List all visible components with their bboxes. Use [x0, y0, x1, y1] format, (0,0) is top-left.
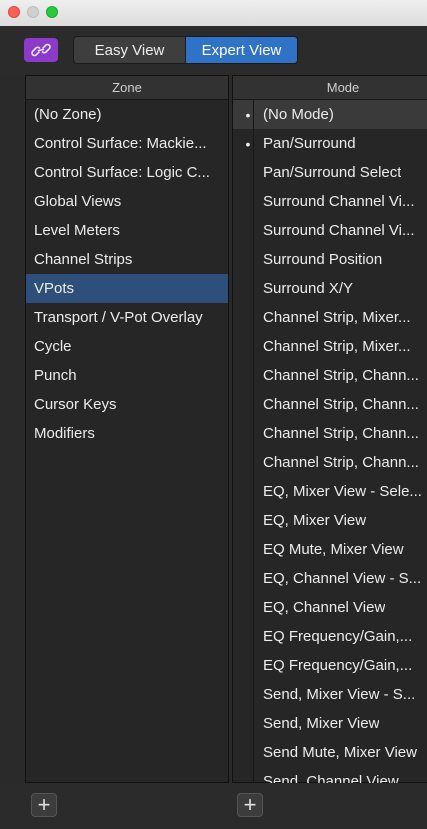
mode-list-item[interactable]: EQ, Channel View [233, 593, 427, 622]
mode-list-item[interactable]: Surround Channel Vi... [233, 187, 427, 216]
zone-list-item[interactable]: Modifiers [26, 419, 228, 448]
mode-item-label: Surround Channel Vi... [263, 193, 415, 210]
mode-item-label: Send, Mixer View - S... [263, 686, 416, 703]
mode-list-item[interactable]: EQ, Mixer View - Sele... [233, 477, 427, 506]
zone-item-label: VPots [34, 280, 75, 297]
mode-item-label: Send, Mixer View [263, 715, 380, 732]
mode-list-item[interactable]: • (No Mode) [233, 100, 427, 129]
mode-item-label: Pan/Surround Select [263, 164, 402, 181]
mode-item-label: Surround Position [263, 251, 383, 268]
mode-list-item[interactable]: Channel Strip, Mixer... [233, 332, 427, 361]
zone-item-label: Global Views [34, 193, 122, 210]
mode-list-item[interactable]: Channel Strip, Chann... [233, 390, 427, 419]
link-button[interactable] [24, 38, 58, 62]
view-mode-segmented-control: Easy View Expert View [73, 36, 298, 64]
mode-list-panel: Mode • (No Mode) • Pan/Surround Pan/Surround… [232, 75, 427, 796]
mode-list-item[interactable]: EQ, Channel View - S... [233, 564, 427, 593]
zone-item-label: Cursor Keys [34, 396, 117, 413]
zone-list-item[interactable]: Control Surface: Logic C... [26, 158, 228, 187]
zone-item-label: Control Surface: Mackie... [34, 135, 207, 152]
zone-item-label: Channel Strips [34, 251, 133, 268]
mode-list-item[interactable]: Pan/Surround Select [233, 158, 427, 187]
minimize-window-button[interactable] [27, 6, 39, 18]
mode-item-label: Pan/Surround [263, 135, 356, 152]
mode-item-label: Surround X/Y [263, 280, 354, 297]
zone-item-label: Control Surface: Logic C... [34, 164, 210, 181]
mode-item-label: Channel Strip, Chann... [263, 425, 419, 442]
zone-list-item[interactable]: Channel Strips [26, 245, 228, 274]
mode-item-label: Channel Strip, Chann... [263, 396, 419, 413]
mode-item-label: Channel Strip, Chann... [263, 367, 419, 384]
mode-list-item[interactable]: Channel Strip, Chann... [233, 448, 427, 477]
link-icon [31, 43, 51, 57]
mode-list-item[interactable]: Surround X/Y [233, 274, 427, 303]
mode-list-item[interactable]: Channel Strip, Mixer... [233, 303, 427, 332]
mode-list-item[interactable]: EQ Mute, Mixer View [233, 535, 427, 564]
tab-expert-view[interactable]: Expert View [186, 37, 297, 63]
mode-item-label: EQ, Mixer View - Sele... [263, 483, 422, 500]
zone-list-item[interactable]: Transport / V-Pot Overlay [26, 303, 228, 332]
mode-item-label: EQ Frequency/Gain,... [263, 657, 413, 674]
mode-item-label: EQ Frequency/Gain,... [263, 628, 413, 645]
zone-list-panel: Zone (No Zone) Control Surface: Mackie...… [25, 75, 229, 783]
mode-item-label: EQ, Mixer View [263, 512, 367, 529]
zone-list-item[interactable]: Control Surface: Mackie... [26, 129, 228, 158]
zone-list-item[interactable]: VPots [26, 274, 228, 303]
mode-list-item[interactable]: • Pan/Surround [233, 129, 427, 158]
add-mode-button[interactable]: + [237, 793, 263, 817]
mode-list-item[interactable]: Send, Mixer View [233, 709, 427, 738]
mode-list-item[interactable]: EQ Frequency/Gain,... [233, 622, 427, 651]
mode-item-label: Channel Strip, Mixer... [263, 309, 411, 326]
tab-easy-view[interactable]: Easy View [74, 37, 185, 63]
zone-column-header[interactable]: Zone [26, 76, 228, 100]
zone-list: (No Zone) Control Surface: Mackie... Contr… [26, 100, 228, 448]
zone-list-item[interactable]: (No Zone) [26, 100, 228, 129]
add-zone-button[interactable]: + [31, 793, 57, 817]
zone-item-label: Transport / V-Pot Overlay [34, 309, 203, 326]
bottom-bar [0, 783, 427, 829]
mode-item-label: (No Mode) [263, 106, 334, 123]
mode-item-label: EQ, Channel View [263, 599, 386, 616]
mode-list: • (No Mode) • Pan/Surround Pan/Surround Sele… [233, 100, 427, 796]
mode-list-item[interactable]: EQ, Mixer View [233, 506, 427, 535]
window: Easy View Expert View Zone (No Zone) Cont… [0, 0, 427, 829]
zone-list-item[interactable]: Level Meters [26, 216, 228, 245]
zone-item-label: Punch [34, 367, 77, 384]
mode-item-label: Send Mute, Mixer View [263, 744, 417, 761]
mode-list-item[interactable]: Surround Channel Vi... [233, 216, 427, 245]
mode-item-label: EQ Mute, Mixer View [263, 541, 404, 558]
mode-list-item[interactable]: Send Mute, Mixer View [233, 738, 427, 767]
mode-item-label: EQ, Channel View - S... [263, 570, 422, 587]
title-bar [0, 0, 427, 27]
mode-column-header[interactable]: Mode [233, 76, 427, 100]
zone-item-label: (No Zone) [34, 106, 102, 123]
zone-list-item[interactable]: Global Views [26, 187, 228, 216]
mode-item-label: Channel Strip, Chann... [263, 454, 419, 471]
mode-active-bullet: • [245, 106, 251, 123]
mode-active-bullet: • [245, 135, 251, 152]
mode-list-item[interactable]: Surround Position [233, 245, 427, 274]
zone-list-item[interactable]: Cursor Keys [26, 390, 228, 419]
zone-item-label: Modifiers [34, 425, 95, 442]
mode-list-item[interactable]: EQ Frequency/Gain,... [233, 651, 427, 680]
mode-list-item[interactable]: Channel Strip, Chann... [233, 361, 427, 390]
zoom-window-button[interactable] [46, 6, 58, 18]
zone-list-item[interactable]: Cycle [26, 332, 228, 361]
mode-list-item[interactable]: Channel Strip, Chann... [233, 419, 427, 448]
close-window-button[interactable] [8, 6, 20, 18]
zone-list-item[interactable]: Punch [26, 361, 228, 390]
mode-item-label: Surround Channel Vi... [263, 222, 415, 239]
mode-list-item[interactable]: Send, Mixer View - S... [233, 680, 427, 709]
mode-item-label: Channel Strip, Mixer... [263, 338, 411, 355]
zone-item-label: Cycle [34, 338, 72, 355]
zone-item-label: Level Meters [34, 222, 120, 239]
